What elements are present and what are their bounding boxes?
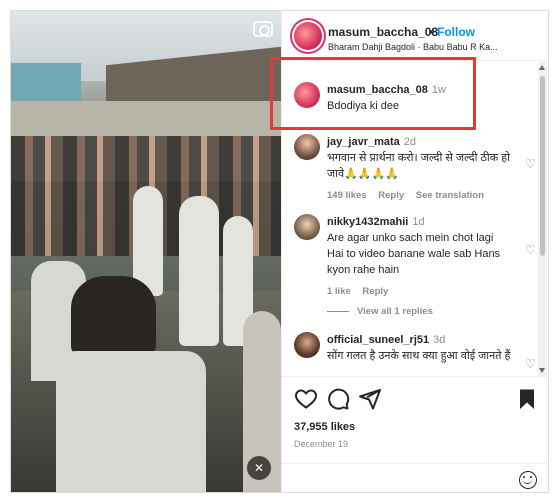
comment-text: Bdodiya ki dee (327, 100, 400, 112)
video-person (56, 351, 206, 492)
post-sidebar: masum_baccha_08 • Follow Bharam Dahji Ba… (281, 11, 549, 492)
comment-body: official_suneel_rj51 3d सोंग गलत है उनके … (327, 332, 512, 364)
post-date: December 19 (294, 439, 349, 449)
reply-button[interactable]: Reply (362, 286, 388, 297)
camera-icon[interactable] (253, 21, 273, 37)
commenter-avatar[interactable] (294, 82, 320, 108)
post-like-count[interactable]: 37,955 likes (294, 421, 355, 433)
view-replies-button[interactable]: View all 1 replies (327, 306, 433, 317)
post-dialog: ✕ masum_baccha_08 • Follow Bharam Dahji … (10, 10, 549, 493)
comment-item: official_suneel_rj51 3d सोंग गलत है उनके … (294, 332, 539, 376)
reply-button[interactable]: Reply (378, 190, 404, 201)
comment-like-count[interactable]: 1 like (327, 286, 351, 297)
heart-icon[interactable] (294, 387, 318, 411)
comment-icon[interactable] (326, 387, 350, 411)
comment-time[interactable]: 2d (404, 136, 416, 148)
video-person-head (71, 276, 156, 356)
comments-scrollbar[interactable] (538, 62, 547, 376)
follow-button[interactable]: Follow (437, 25, 475, 39)
comment-like-count[interactable]: 149 likes (327, 190, 367, 201)
author-username[interactable]: masum_baccha_08 (328, 25, 438, 39)
caption-comment: masum_baccha_08 1w Bdodiya ki dee (294, 82, 539, 122)
add-comment-bar[interactable] (282, 463, 549, 493)
comment-meta: 149 likes Reply See translation (327, 188, 512, 204)
comment-username[interactable]: jay_javr_mata (327, 136, 400, 148)
author-avatar[interactable] (294, 22, 322, 50)
separator-dot: • (429, 25, 434, 39)
comment-item: nikky1432mahii 1d Are agar unko sach mein… (294, 214, 539, 298)
share-icon[interactable] (358, 387, 382, 411)
comment-body: jay_javr_mata 2d भगवान से प्रार्थना करो। … (327, 134, 512, 204)
comment-text: भगवान से प्रार्थना करो। जल्दी से जल्दी ठ… (327, 152, 510, 180)
comment-username[interactable]: nikky1432mahii (327, 216, 408, 228)
comment-meta: 1 like Reply (327, 284, 512, 300)
like-comment-heart-icon[interactable]: ♡ (525, 358, 537, 370)
commenter-avatar[interactable] (294, 332, 320, 358)
bookmark-icon[interactable] (515, 387, 539, 411)
comment-username[interactable]: official_suneel_rj51 (327, 334, 429, 346)
post-actions: 37,955 likes December 19 (282, 376, 549, 492)
scroll-up-arrow-icon[interactable] (539, 65, 545, 70)
comment-username[interactable]: masum_baccha_08 (327, 84, 428, 96)
post-header: masum_baccha_08 • Follow Bharam Dahji Ba… (282, 11, 549, 61)
post-video[interactable]: ✕ (11, 11, 281, 492)
commenter-avatar[interactable] (294, 214, 320, 240)
comment-text: सोंग गलत है उनके साथ क्या हुआ वोई जानते … (327, 350, 511, 362)
see-translation-link[interactable]: See translation (416, 190, 484, 201)
comment-item: jay_javr_mata 2d भगवान से प्रार्थना करो। … (294, 134, 539, 204)
comment-text: Are agar unko sach mein chot lagi Hai to… (327, 232, 501, 276)
audio-track-label[interactable]: Bharam Dahji Bagdoli · Babu Babu R Ka... (328, 42, 543, 52)
commenter-avatar[interactable] (294, 134, 320, 160)
comment-body: nikky1432mahii 1d Are agar unko sach mein… (327, 214, 512, 300)
comment-time[interactable]: 3d (433, 334, 445, 346)
mute-icon[interactable]: ✕ (247, 456, 271, 480)
video-dancer (179, 196, 219, 346)
comment-time[interactable]: 1d (412, 216, 424, 228)
comments-list: masum_baccha_08 1w Bdodiya ki dee jay_jav… (282, 62, 549, 376)
comment-time[interactable]: 1w (432, 84, 446, 96)
comment-body: masum_baccha_08 1w Bdodiya ki dee (327, 82, 512, 114)
scroll-thumb[interactable] (540, 76, 545, 256)
like-comment-heart-icon[interactable]: ♡ (525, 158, 537, 170)
emoji-icon[interactable] (519, 471, 537, 489)
scroll-down-arrow-icon[interactable] (539, 368, 545, 373)
like-comment-heart-icon[interactable]: ♡ (525, 244, 537, 256)
